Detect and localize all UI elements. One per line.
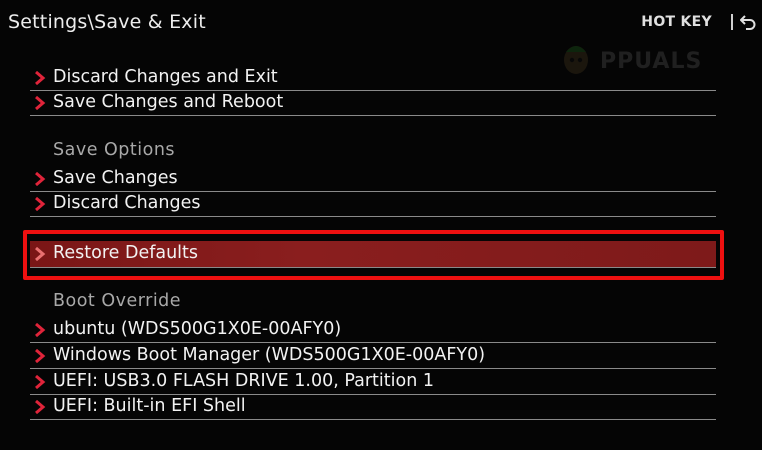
- chevron-right-icon: [35, 375, 46, 389]
- hotkey-divider: [731, 14, 733, 30]
- menu-item-boot-uefi-efi-shell[interactable]: UEFI: Built-in EFI Shell: [30, 395, 716, 420]
- back-arrow-icon[interactable]: [740, 14, 756, 30]
- menu-item-label: Discard Changes and Exit: [53, 67, 278, 87]
- chevron-right-icon: [35, 197, 46, 211]
- chevron-right-icon: [35, 400, 46, 414]
- chevron-right-icon: [35, 96, 46, 110]
- menu-item-save-changes-and-reboot[interactable]: Save Changes and Reboot: [30, 91, 716, 116]
- header-bar: Settings\Save & Exit HOT KEY: [0, 0, 762, 44]
- page-title: Settings\Save & Exit: [8, 11, 206, 33]
- chevron-right-icon: [35, 71, 46, 85]
- bios-screen: Settings\Save & Exit HOT KEY PPUALS Disc…: [0, 0, 762, 450]
- menu-item-label: ubuntu (WDS500G1X0E-00AFY0): [53, 319, 342, 339]
- menu-item-label: Discard Changes: [53, 193, 201, 213]
- menu-item-label: UEFI: Built-in EFI Shell: [53, 396, 246, 416]
- menu-item-label: Save Changes: [53, 168, 178, 188]
- menu-item-label: Windows Boot Manager (WDS500G1X0E-00AFY0…: [53, 345, 486, 365]
- menu-item-boot-ubuntu[interactable]: ubuntu (WDS500G1X0E-00AFY0): [30, 318, 716, 343]
- highlight-annotation-box: [23, 230, 724, 280]
- menu-item-label: UEFI: USB3.0 FLASH DRIVE 1.00, Partition…: [53, 371, 434, 391]
- section-heading-save-options: Save Options: [53, 140, 176, 160]
- hotkey-button[interactable]: HOT KEY: [641, 14, 712, 30]
- section-heading-boot-override: Boot Override: [53, 291, 182, 311]
- menu-item-discard-changes[interactable]: Discard Changes: [30, 192, 716, 217]
- menu-item-save-changes[interactable]: Save Changes: [30, 167, 716, 192]
- menu-item-label: Save Changes and Reboot: [53, 92, 284, 112]
- menu-item-discard-changes-and-exit[interactable]: Discard Changes and Exit: [30, 66, 716, 91]
- menu-item-boot-windows-boot-manager[interactable]: Windows Boot Manager (WDS500G1X0E-00AFY0…: [30, 344, 716, 369]
- menu-item-boot-uefi-usb[interactable]: UEFI: USB3.0 FLASH DRIVE 1.00, Partition…: [30, 370, 716, 395]
- chevron-right-icon: [35, 349, 46, 363]
- chevron-right-icon: [35, 323, 46, 337]
- chevron-right-icon: [35, 172, 46, 186]
